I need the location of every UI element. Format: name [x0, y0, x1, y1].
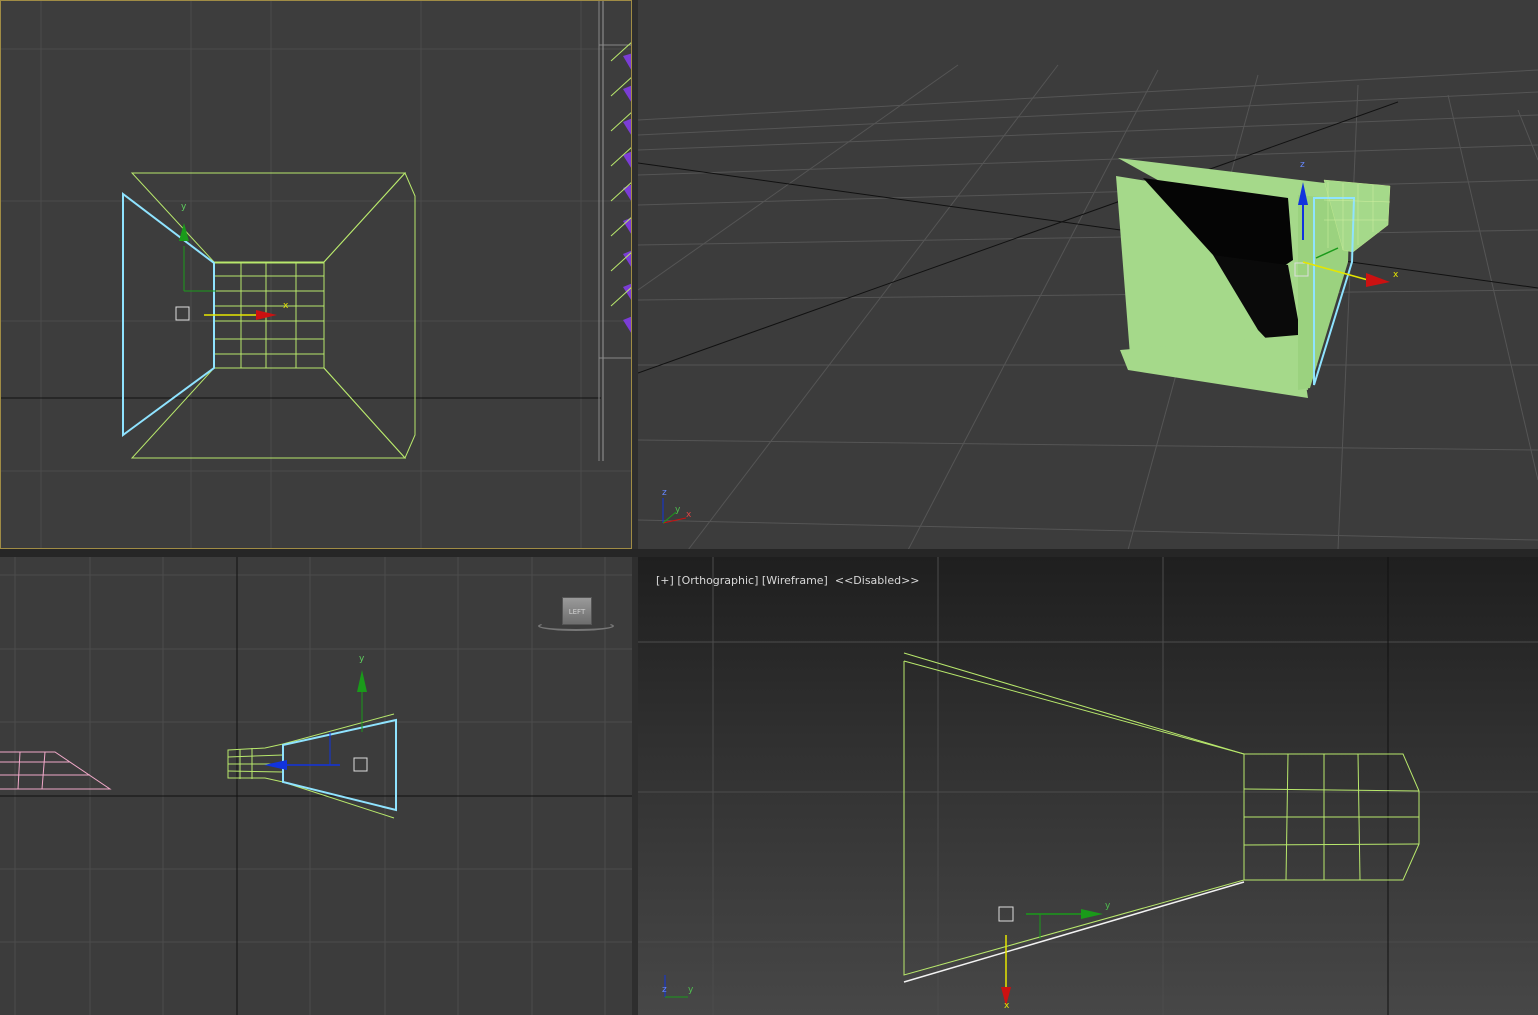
viewport-shading-menu[interactable]: [Wireframe]	[762, 574, 828, 587]
viewport-state-label[interactable]: <<Disabled>>	[835, 574, 920, 587]
perspective-world-axis-a	[638, 162, 1538, 289]
viewport-divider-vertical[interactable]	[632, 0, 638, 1015]
ortho-tripod-z: z	[662, 985, 667, 995]
viewport-view-menu[interactable]: [Orthographic]	[677, 574, 758, 587]
ortho-viewport-canvas	[638, 557, 1538, 1015]
perspective-tripod-z: z	[662, 488, 667, 498]
left-axis-label-y: y	[359, 654, 365, 664]
ortho-transform-gizmo	[998, 906, 1103, 1006]
front-side-panel-objects	[598, 1, 631, 461]
viewport-front[interactable]: y x	[0, 0, 632, 549]
viewcube[interactable]: LEFT	[538, 595, 616, 635]
ortho-axis-label-y: y	[1105, 901, 1111, 911]
viewport-orthographic[interactable]: [+] [Orthographic] [Wireframe] <<Disable…	[638, 557, 1538, 1015]
viewcube-compass-ring[interactable]	[538, 621, 614, 631]
ortho-selected-edge	[903, 881, 1245, 983]
viewport-left[interactable]: y LEFT	[0, 557, 634, 1015]
perspective-tripod-x: x	[686, 510, 692, 520]
perspective-tripod-y: y	[675, 505, 681, 515]
perspective-viewport-canvas	[638, 64, 1538, 550]
perspective-horn-model	[1116, 158, 1391, 398]
perspective-axis-label-x: x	[1393, 270, 1399, 280]
perspective-axis-label-z: z	[1300, 160, 1305, 170]
viewport-divider-horizontal[interactable]	[0, 549, 1538, 557]
left-pink-object	[0, 751, 112, 790]
perspective-grid	[638, 64, 1538, 550]
front-viewport-canvas	[1, 1, 631, 548]
ortho-axis-tripod	[664, 975, 688, 998]
front-selected-face	[122, 191, 215, 437]
ortho-viewport-label: [+] [Orthographic] [Wireframe] <<Disable…	[642, 561, 920, 600]
ortho-horn-wireframe	[903, 652, 1420, 976]
front-grid	[1, 1, 631, 548]
front-axis-label-x: x	[283, 301, 289, 311]
ortho-tripod-y: y	[688, 985, 694, 995]
ortho-grid	[638, 557, 1538, 1015]
viewport-plus-menu[interactable]: [+]	[656, 574, 674, 587]
front-axis-label-y: y	[181, 202, 187, 212]
left-transform-gizmo	[264, 670, 368, 772]
viewport-perspective[interactable]: z x z y x	[638, 0, 1538, 550]
ortho-axis-label-x: x	[1004, 1001, 1010, 1011]
